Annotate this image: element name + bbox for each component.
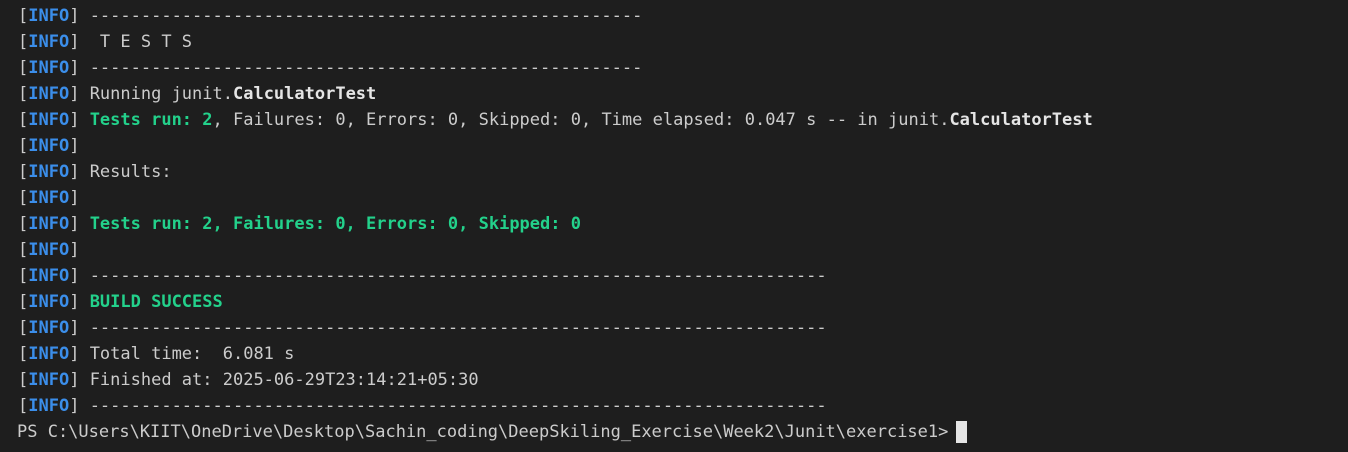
log-text: T E S T S xyxy=(89,32,193,52)
log-line: [INFO] xyxy=(18,237,1348,263)
log-bracket-close: ] xyxy=(69,318,90,338)
log-text: ----------------------------------------… xyxy=(89,6,643,26)
log-level-tag: INFO xyxy=(28,110,70,130)
log-bracket-open: [ xyxy=(18,292,29,312)
log-level-tag: INFO xyxy=(28,136,70,156)
log-level-tag: INFO xyxy=(28,266,70,286)
log-text: Tests run: 2 xyxy=(89,110,213,130)
log-level-tag: INFO xyxy=(28,240,70,260)
log-bracket-open: [ xyxy=(18,188,29,208)
log-bracket-open: [ xyxy=(18,58,29,78)
log-level-tag: INFO xyxy=(28,396,70,416)
log-text: CalculatorTest xyxy=(949,110,1093,130)
log-bracket-open: [ xyxy=(18,240,29,260)
log-bracket-close: ] xyxy=(69,58,90,78)
log-text: BUILD SUCCESS xyxy=(89,292,223,312)
log-line: [INFO] Tests run: 2, Failures: 0, Errors… xyxy=(18,107,1348,133)
log-level-tag: INFO xyxy=(28,318,70,338)
log-line: [INFO] ---------------------------------… xyxy=(18,393,1348,419)
log-line: [INFO] Tests run: 2, Failures: 0, Errors… xyxy=(18,211,1348,237)
prompt-line[interactable]: PS C:\Users\KIIT\OneDrive\Desktop\Sachin… xyxy=(17,419,1348,445)
log-bracket-open: [ xyxy=(18,214,29,234)
log-bracket-open: [ xyxy=(18,6,29,26)
log-bracket-close: ] xyxy=(69,84,90,104)
log-text: , Failures: 0, Errors: 0, Skipped: 0, Ti… xyxy=(212,110,950,130)
log-line: [INFO] ---------------------------------… xyxy=(18,55,1348,81)
log-bracket-close: ] xyxy=(69,32,90,52)
log-line: [INFO] ---------------------------------… xyxy=(18,315,1348,341)
log-level-tag: INFO xyxy=(28,370,70,390)
log-bracket-open: [ xyxy=(18,396,29,416)
log-bracket-open: [ xyxy=(18,344,29,364)
log-level-tag: INFO xyxy=(28,58,70,78)
log-line: [INFO] BUILD SUCCESS xyxy=(18,289,1348,315)
log-level-tag: INFO xyxy=(28,188,70,208)
log-level-tag: INFO xyxy=(28,162,70,182)
log-bracket-close: ] xyxy=(69,396,90,416)
log-line: [INFO] ---------------------------------… xyxy=(18,263,1348,289)
log-line: [INFO] Running junit.CalculatorTest xyxy=(18,81,1348,107)
log-bracket-close: ] xyxy=(69,292,90,312)
log-bracket-close: ] xyxy=(69,344,90,364)
terminal-output[interactable]: [INFO] ---------------------------------… xyxy=(17,3,1348,445)
log-level-tag: INFO xyxy=(28,84,70,104)
log-text: Finished at: 2025-06-29T23:14:21+05:30 xyxy=(89,370,479,390)
log-level-tag: INFO xyxy=(28,344,70,364)
log-text: ----------------------------------------… xyxy=(89,396,827,416)
log-bracket-open: [ xyxy=(18,84,29,104)
log-line: [INFO] ---------------------------------… xyxy=(18,3,1348,29)
log-bracket-close: ] xyxy=(69,6,90,26)
log-level-tag: INFO xyxy=(28,292,70,312)
log-level-tag: INFO xyxy=(28,32,70,52)
log-line: [INFO] Results: xyxy=(18,159,1348,185)
log-bracket-open: [ xyxy=(18,266,29,286)
log-bracket-close: ] xyxy=(69,214,90,234)
text-cursor[interactable] xyxy=(956,421,968,443)
log-bracket-open: [ xyxy=(18,110,29,130)
log-text: ----------------------------------------… xyxy=(89,318,827,338)
log-text: Total time: 6.081 s xyxy=(89,344,295,364)
log-bracket-open: [ xyxy=(18,370,29,390)
log-bracket-close: ] xyxy=(69,136,90,156)
log-text: ----------------------------------------… xyxy=(89,266,827,286)
log-bracket-close: ] xyxy=(69,370,90,390)
log-bracket-close: ] xyxy=(69,266,90,286)
log-bracket-open: [ xyxy=(18,136,29,156)
log-text: CalculatorTest xyxy=(232,84,377,104)
shell-prompt: PS C:\Users\KIIT\OneDrive\Desktop\Sachin… xyxy=(17,422,949,442)
log-line: [INFO] xyxy=(18,133,1348,159)
log-bracket-open: [ xyxy=(18,162,29,182)
log-line: [INFO] T E S T S xyxy=(18,29,1348,55)
log-text: Tests run: 2, Failures: 0, Errors: 0, Sk… xyxy=(89,214,581,234)
log-line: [INFO] Total time: 6.081 s xyxy=(18,341,1348,367)
log-text: Results: xyxy=(89,162,172,182)
log-bracket-open: [ xyxy=(18,318,29,338)
log-bracket-close: ] xyxy=(69,188,90,208)
log-bracket-close: ] xyxy=(69,162,90,182)
log-bracket-close: ] xyxy=(69,110,90,130)
log-text: ----------------------------------------… xyxy=(89,58,643,78)
log-level-tag: INFO xyxy=(28,6,70,26)
log-bracket-open: [ xyxy=(18,32,29,52)
log-bracket-close: ] xyxy=(69,240,90,260)
log-line: [INFO] xyxy=(18,185,1348,211)
log-level-tag: INFO xyxy=(28,214,70,234)
log-text: Running junit. xyxy=(89,84,233,104)
log-line: [INFO] Finished at: 2025-06-29T23:14:21+… xyxy=(18,367,1348,393)
